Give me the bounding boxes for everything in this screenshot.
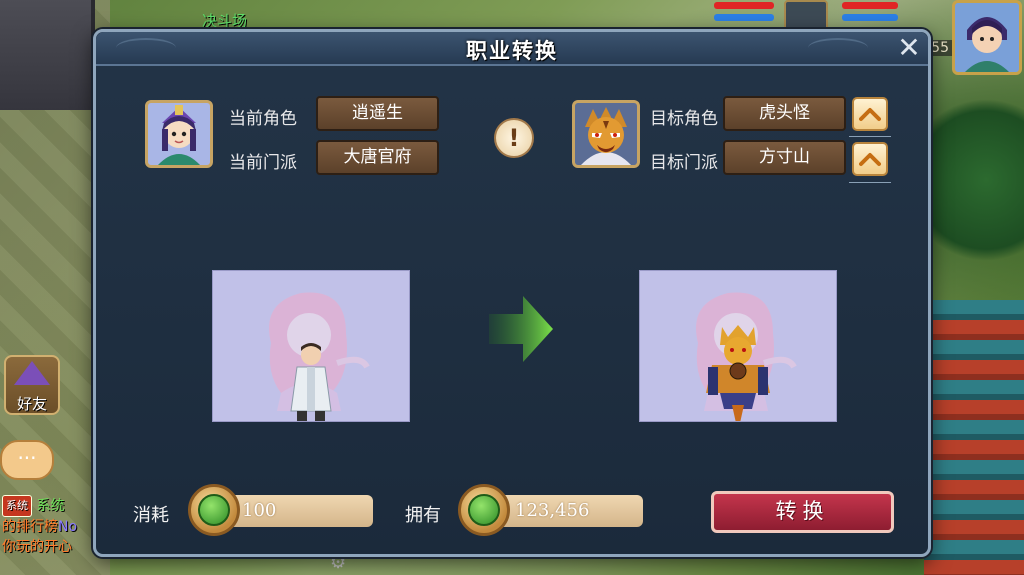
stone-building (0, 0, 95, 110)
chevron-up-icon (859, 153, 881, 166)
current-role-label: 当前角色 (229, 109, 297, 129)
hutouguai-figure (706, 325, 770, 421)
target-role-value: 虎头怪 (723, 96, 846, 131)
straw-hat-icon (14, 361, 50, 385)
cost-label: 消耗 (133, 505, 169, 526)
convert-button[interactable]: 转换 (711, 491, 894, 533)
arena-location-label[interactable]: 决斗场 (202, 10, 247, 31)
target-sect-label: 目标门派 (650, 153, 718, 173)
pet-slot[interactable] (784, 0, 828, 32)
tree (929, 80, 1024, 280)
player-level: 55 (928, 40, 952, 56)
chat-line: 系统 系统 (2, 495, 77, 517)
current-sect-label: 当前门派 (229, 153, 297, 173)
xiaoyaosheng-figure (290, 343, 332, 421)
chat-log[interactable]: 系统 系统 的排行榜No 你玩的开心 (2, 495, 77, 557)
jade-coin-icon (458, 484, 510, 536)
target-sect-value: 方寸山 (723, 140, 846, 175)
pagoda-roofs (924, 300, 1024, 575)
owned-label: 拥有 (405, 505, 441, 526)
target-character-preview (639, 270, 837, 422)
player-avatar[interactable] (952, 0, 1022, 75)
chat-text: 系统 (36, 498, 65, 514)
pet-mp-bar (714, 14, 774, 21)
current-role-portrait (145, 100, 213, 168)
change-role-button[interactable] (852, 97, 888, 131)
divider (849, 136, 891, 137)
dialog-title: 职业转换 (466, 39, 558, 63)
current-sect-value: 大唐官府 (316, 140, 439, 175)
chat-line: 你玩的开心 (2, 537, 77, 557)
current-role-value: 逍遥生 (316, 96, 439, 131)
friends-button[interactable]: 好友 (4, 355, 60, 415)
chat-dots-icon: ··· (17, 446, 37, 470)
friends-label: 好友 (16, 395, 47, 413)
dialog-header: 职业转换 ✕ (96, 32, 928, 66)
chat-bubble-button[interactable]: ··· (0, 440, 54, 480)
pet-hp-bar (714, 2, 774, 9)
exclamation-icon[interactable]: ! (494, 118, 534, 158)
player-hp-bar (842, 2, 898, 9)
current-character-preview (212, 270, 410, 422)
change-sect-button[interactable] (852, 142, 888, 176)
divider (849, 182, 891, 183)
chat-text-suffix: No (58, 519, 78, 535)
target-role-label: 目标角色 (650, 109, 718, 129)
system-tag: 系统 (2, 495, 32, 517)
player-mp-bar (842, 14, 898, 21)
green-arrow-right-icon (489, 296, 553, 362)
close-icon[interactable]: ✕ (894, 34, 924, 64)
chat-text: 你玩的开心 (2, 539, 72, 555)
chat-text: 的排行榜 (2, 519, 58, 535)
target-role-portrait (572, 100, 640, 168)
job-conversion-dialog: 职业转换 ✕ 当前角色 逍遥生 当前门派 大唐官府 ! 目标角色 虎头怪 目标门… (93, 29, 931, 557)
chevron-up-icon (859, 108, 881, 121)
chat-line: 的排行榜No (2, 517, 77, 537)
jade-coin-icon (188, 484, 240, 536)
